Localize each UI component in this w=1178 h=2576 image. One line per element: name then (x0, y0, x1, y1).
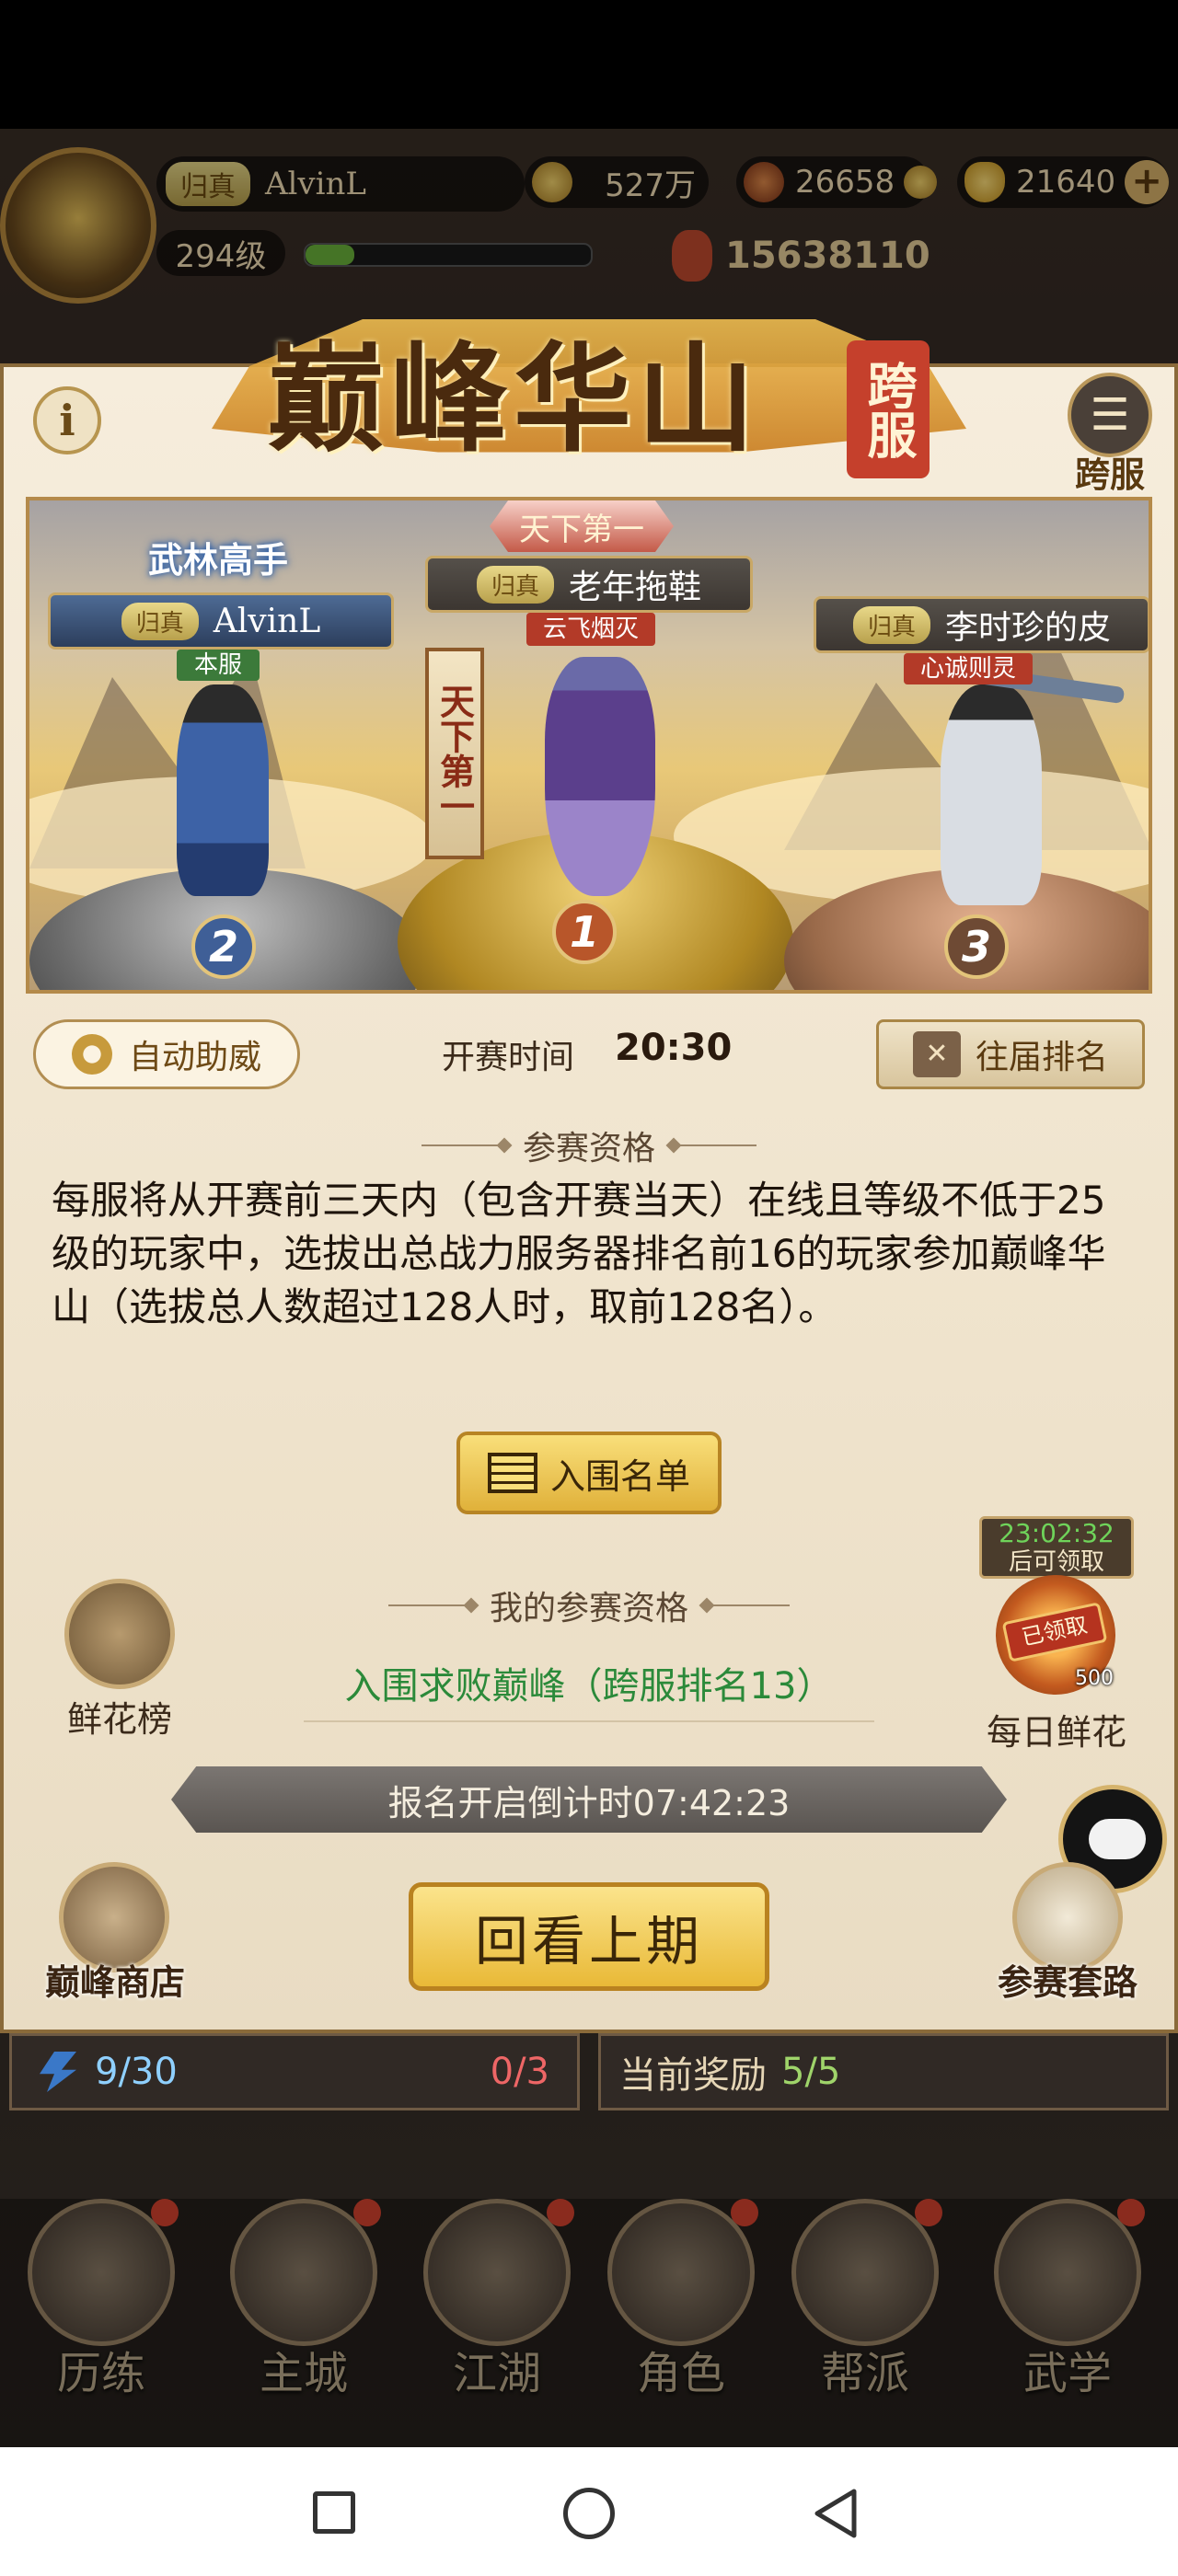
nav-main-city[interactable]: 主城 (221, 2199, 387, 2410)
my-qualification-value: 入围求败巅峰（跨服排名13） (344, 1665, 834, 1708)
reward-label: 当前奖励 (619, 2054, 767, 2097)
status-bar (0, 0, 1178, 129)
notification-dot (1117, 2199, 1145, 2226)
second-server-tag: 本服 (177, 650, 260, 681)
ticket-value: 0/3 (490, 2051, 549, 2093)
list-icon (487, 1453, 537, 1493)
qualification-heading: 参赛资格 (313, 1122, 865, 1168)
second-title: 武林高手 (147, 539, 288, 581)
cross-menu-label: 跨服 (1074, 454, 1145, 495)
back-icon[interactable] (810, 2486, 865, 2541)
cross-server-menu-button[interactable]: ☰ 跨服 (1058, 373, 1160, 495)
start-time-value: 20:30 (615, 1027, 733, 1069)
nav-guild[interactable]: 帮派 (782, 2199, 948, 2410)
replay-last-season-button[interactable]: 回看上期 (409, 1882, 769, 1991)
character-first[interactable] (545, 657, 655, 896)
reward-value: 5/5 (781, 2051, 841, 2093)
first-player-name: 老年拖鞋 (569, 569, 702, 606)
notification-dot (547, 2199, 574, 2226)
history-rank-label: 往届排名 (975, 1039, 1108, 1076)
stamina-bar: 9/30 0/3 (9, 2033, 580, 2110)
notification-dot (353, 2199, 381, 2226)
second-realm-tag: 归真 (121, 602, 199, 640)
daily-flower-label[interactable]: 每日鲜花 (972, 1704, 1141, 1754)
peak-shop-label[interactable]: 巅峰商店 (28, 1954, 202, 2005)
energy-icon (40, 2052, 76, 2092)
signup-countdown: 报名开启倒计时07:42:23 (171, 1766, 1007, 1833)
stamina-value: 9/30 (95, 2051, 178, 2093)
gear-icon (71, 1034, 112, 1075)
my-qualification-heading: 我的参赛资格 (313, 1582, 865, 1628)
current-reward-bar: 当前奖励 5/5 (598, 2033, 1169, 2110)
third-name-plate: 归真 李时珍的皮 (814, 596, 1149, 653)
rank-badge-second: 2 (191, 914, 256, 979)
third-realm-tag: 归真 (852, 605, 930, 644)
notification-dot (915, 2199, 942, 2226)
flower-rank-icon[interactable] (64, 1579, 175, 1689)
start-time-label: 开赛时间 (442, 1039, 575, 1076)
recent-apps-icon[interactable] (313, 2491, 355, 2534)
auto-cheer-label: 自动助威 (128, 1039, 261, 1076)
rank-badge-third: 3 (944, 914, 1009, 979)
first-server-tag: 云飞烟灭 (526, 613, 655, 646)
rank-badge-first: 1 (552, 900, 617, 964)
chat-bubble-icon (1089, 1819, 1146, 1859)
character-third[interactable] (941, 684, 1042, 905)
qualification-text: 每服将从开赛前三天内（包含开赛当天）在线且等级不低于25级的玩家中，选拔出总战力… (52, 1178, 1106, 1329)
first-side-plate: 天下第一 (425, 648, 484, 859)
cross-server-badge: 跨服 (847, 340, 930, 478)
flower-rank-label[interactable]: 鲜花榜 (37, 1691, 202, 1742)
nav-jianghu[interactable]: 江湖 (414, 2199, 580, 2410)
history-rank-button[interactable]: ✕ 往届排名 (876, 1019, 1145, 1089)
podium-scene: 天下第一 归真 老年拖鞋 云飞烟灭 天下第一 武林高手 归真 AlvinL 本服… (26, 497, 1152, 994)
character-second[interactable] (177, 684, 269, 896)
auto-cheer-button[interactable]: 自动助威 (33, 1019, 300, 1089)
shortlist-button[interactable]: 入围名单 (456, 1432, 722, 1514)
panel-title: 巅峰华山 (267, 330, 761, 468)
crossed-swords-icon: ✕ (912, 1031, 961, 1077)
tactics-label[interactable]: 参赛套路 (976, 1954, 1160, 2005)
first-name-plate: 归真 老年拖鞋 (425, 556, 753, 613)
daily-flower-timer: 23:02:32 后可领取 (979, 1516, 1134, 1579)
third-server-tag: 心诚则灵 (904, 653, 1033, 684)
second-player-name: AlvinL (213, 602, 321, 640)
info-button[interactable]: i (33, 386, 101, 454)
title-banner: 巅峰华山 跨服 (212, 267, 966, 478)
second-name-plate: 归真 AlvinL (48, 592, 394, 650)
menu-list-icon: ☰ (1068, 373, 1152, 457)
first-realm-tag: 归真 (476, 565, 554, 604)
nav-character[interactable]: 角色 (598, 2199, 764, 2410)
first-title-plate: 天下第一 (490, 500, 674, 552)
notification-dot (731, 2199, 758, 2226)
nav-training[interactable]: 历练 (18, 2199, 184, 2410)
third-player-name: 李时珍的皮 (945, 609, 1112, 647)
flower-count: 500 (1075, 1667, 1114, 1690)
divider (304, 1720, 874, 1722)
home-icon[interactable] (563, 2488, 615, 2539)
notification-dot (151, 2199, 179, 2226)
nav-martial-arts[interactable]: 武学 (985, 2199, 1150, 2410)
shortlist-label: 入围名单 (549, 1455, 690, 1497)
